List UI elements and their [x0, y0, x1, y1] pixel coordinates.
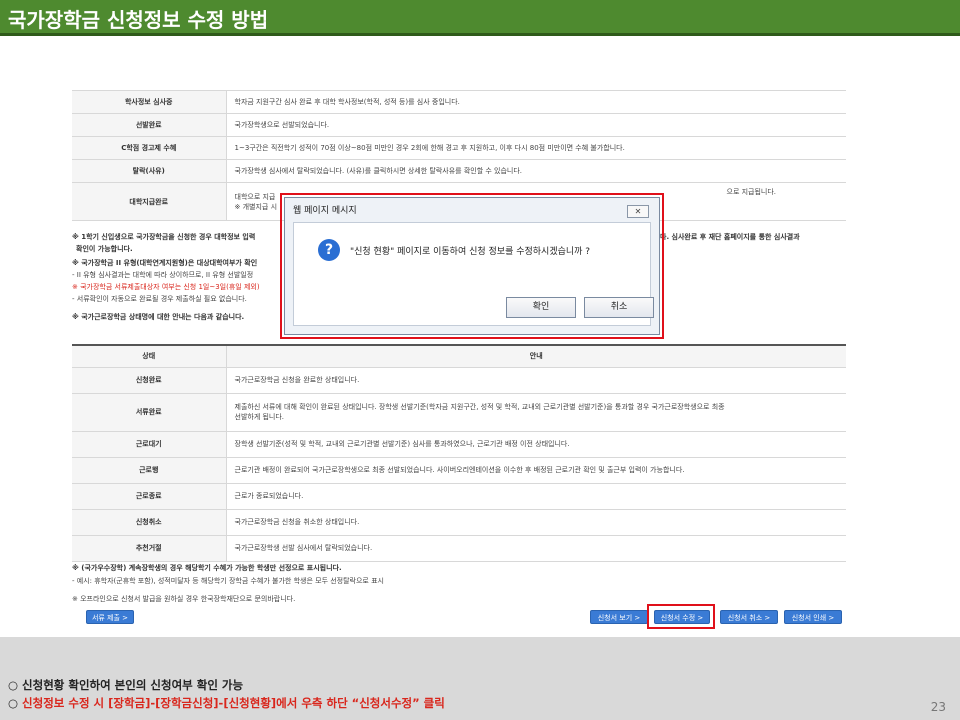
note-offline: ※ 오프라인으로 신청서 발급을 원하실 경우 한국장학재단으로 문의바랍니다.	[72, 595, 296, 603]
table-row: 신청취소 국가근로장학금 신청을 취소한 상태입니다.	[72, 508, 846, 536]
table-row: 탈락(사유) 국가장학생 심사에서 탈락되었습니다. (사유)를 클릭하시면 상…	[72, 159, 846, 183]
table-row: 학사정보 심사중 학자금 지원구간 심사 완료 후 대학 학사정보(학적, 성적…	[72, 90, 846, 114]
table-row: 선발완료 국가장학생으로 선발되었습니다.	[72, 113, 846, 137]
status-label: 추천거절	[72, 534, 227, 562]
page-number: 23	[930, 700, 946, 714]
print-application-button[interactable]: 신청서 인쇄 >	[784, 610, 842, 624]
status-desc: 근로기관 배정이 완료되어 국가근로장학생으로 최종 선발되었습니다. 사이버오…	[226, 456, 846, 484]
status-desc: 국가근로장학생 선발 심사에서 탈락되었습니다.	[226, 534, 846, 562]
note-work-status: ※ 국가근로장학금 상태명에 대한 안내는 다음과 같습니다.	[72, 313, 245, 321]
status-label: 근로종료	[72, 482, 227, 510]
note-freshman: ※ 1학기 신입생으로 국가장학금을 신청한 경우 대학정보 입력	[72, 233, 256, 241]
status-desc: 국가장학생으로 선발되었습니다.	[226, 113, 846, 137]
note-freshman-right: 다. 심사완료 후 재단 홈페이지를 통한 심사결과	[660, 233, 800, 241]
status-desc: 국가근로장학금 신청을 완료한 상태입니다.	[226, 366, 846, 394]
header-status: 상태	[72, 345, 227, 368]
status-label: 신청완료	[72, 366, 227, 394]
instruction-line-1: ○ 신청현황 확인하여 본인의 신청여부 확인 가능	[8, 678, 244, 692]
table-header-row: 상태 안내	[72, 345, 846, 368]
status-desc: 국가장학생 심사에서 탈락되었습니다. (사유)를 클릭하시면 상세한 탈락사유…	[226, 159, 846, 183]
slide-title: 국가장학금 신청정보 수정 방법	[8, 8, 269, 32]
view-application-button[interactable]: 신청서 보기 >	[590, 610, 648, 624]
table-row: 근로종료 근로가 종료되었습니다.	[72, 482, 846, 510]
table-row: 근로대기 장학생 선발기준(성적 및 학적, 교내외 근로기관별 선발기준) 심…	[72, 430, 846, 458]
note-excellence: ※ (국가우수장학) 계속장학생의 경우 해당학기 수혜가 가능한 학생만 선정…	[72, 564, 342, 572]
edit-button-highlight	[647, 604, 715, 629]
status-label: 선발완료	[72, 113, 227, 137]
table-row: 추천거절 국가근로장학생 선발 심사에서 탈락되었습니다.	[72, 534, 846, 562]
instruction-band: ○ 신청현황 확인하여 본인의 신청여부 확인 가능 ○ 신청정보 수정 시 […	[0, 637, 960, 720]
submit-docs-button[interactable]: 서류 제출 >	[86, 610, 134, 624]
status-label: C학점 경고제 수혜	[72, 136, 227, 160]
status-desc: 근로가 종료되었습니다.	[226, 482, 846, 510]
dialog-highlight	[280, 193, 664, 339]
status-label: 탈락(사유)	[72, 159, 227, 183]
note-example: - 예시: 휴학자(군휴학 포함), 성적미달자 등 해당학기 장학금 수혜가 …	[72, 577, 384, 585]
status-desc: 학자금 지원구간 심사 완료 후 대학 학사정보(학적, 성적 등)를 심사 중…	[226, 90, 846, 114]
status-desc-line1: 제출하신 서류에 대해 확인이 완료된 상태입니다. 장학생 선발기준(학자금 …	[234, 403, 725, 411]
status-label: 서류완료	[72, 392, 227, 432]
note-type2-result: - II 유형 심사결과는 대학에 따라 상이하므로, II 유형 선발일정	[72, 271, 254, 279]
instruction-bullet: ○	[8, 696, 23, 710]
table-row: C학점 경고제 수혜 1~3구간은 직전학기 성적이 70점 이상~80점 미만…	[72, 136, 846, 160]
status-label: 근로대기	[72, 430, 227, 458]
status-desc-right: 으로 지급됩니다.	[726, 188, 777, 196]
status-desc: 국가근로장학금 신청을 취소한 상태입니다.	[226, 508, 846, 536]
status-desc: 1~3구간은 직전학기 성적이 70점 이상~80점 미만인 경우 2회에 한해…	[226, 136, 846, 160]
note-docs-target: ※ 국가장학금 서류제출대상자 여부는 신청 1일~3일(휴일 제외)	[72, 283, 260, 291]
table-row: 신청완료 국가근로장학금 신청을 완료한 상태입니다.	[72, 366, 846, 394]
slide-title-bar: 국가장학금 신청정보 수정 방법	[0, 0, 960, 36]
table-row: 근로행 근로기관 배정이 완료되어 국가근로장학생으로 최종 선발되었습니다. …	[72, 456, 846, 484]
note-docs-auto: - 서류확인이 자동으로 완료될 경우 제출하실 필요 없습니다.	[72, 295, 247, 303]
cancel-application-button[interactable]: 신청서 취소 >	[720, 610, 778, 624]
instruction-line-2-text: 신청정보 수정 시 [장학금]-[장학금신청]-[신청현황]에서 우측 하단 “…	[22, 696, 445, 710]
note-type2: ※ 국가장학금 II 유형(대학연계지원형)은 대상대학여부가 확인	[72, 259, 258, 267]
status-desc: 제출하신 서류에 대해 확인이 완료된 상태입니다. 장학생 선발기준(학자금 …	[226, 392, 846, 432]
status-label: 학사정보 심사중	[72, 90, 227, 114]
header-guide: 안내	[226, 345, 846, 368]
note-confirm: 확인이 가능합니다.	[76, 245, 133, 253]
status-table-2: 상태 안내 신청완료 국가근로장학금 신청을 완료한 상태입니다. 서류완료 제…	[72, 344, 846, 562]
status-label: 신청취소	[72, 508, 227, 536]
status-label: 대학지급완료	[72, 182, 227, 221]
status-desc-line2: 선발하게 됩니다.	[234, 413, 285, 421]
status-label: 근로행	[72, 456, 227, 484]
screenshot-area: 학사정보 심사중 학자금 지원구간 심사 완료 후 대학 학사정보(학적, 성적…	[0, 36, 960, 720]
instruction-line-2: ○ 신청정보 수정 시 [장학금]-[장학금신청]-[신청현황]에서 우측 하단…	[8, 695, 445, 711]
table-row: 서류완료 제출하신 서류에 대해 확인이 완료된 상태입니다. 장학생 선발기준…	[72, 392, 846, 432]
status-desc: 장학생 선발기준(성적 및 학적, 교내외 근로기관별 선발기준) 심사를 통과…	[226, 430, 846, 458]
